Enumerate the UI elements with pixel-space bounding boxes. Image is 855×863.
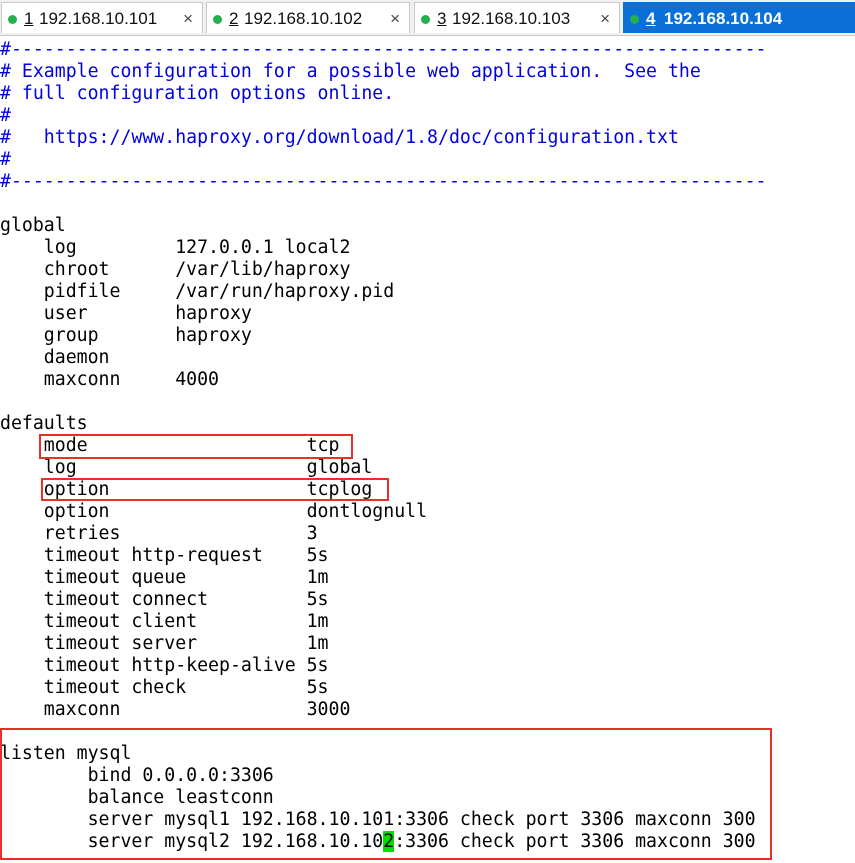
session-tab-bar: 1 192.168.10.101 × 2 192.168.10.102 × 3 … [0,0,855,36]
tab-number: 4 [646,9,656,28]
session-tab-3[interactable]: 3 192.168.10.103 × [414,2,620,33]
config-line: timeout server 1m [0,633,329,654]
config-line: timeout connect 5s [0,589,329,610]
tab-host: 192.168.10.103 [452,9,571,28]
config-line: timeout http-request 5s [0,545,329,566]
session-tab-4[interactable]: 4 192.168.10.104 [623,2,855,33]
config-line: log 127.0.0.1 local2 [0,237,351,258]
highlight-box-option [41,478,389,501]
connected-status-icon [8,15,17,24]
tab-number: 1 [24,9,34,28]
tab-host: 192.168.10.102 [244,9,363,28]
connected-status-icon [213,15,222,24]
connected-status-icon [421,15,430,24]
highlight-box-mode [39,434,353,459]
config-line: timeout http-keep-alive 5s [0,655,329,676]
config-line: timeout queue 1m [0,567,329,588]
comment-line: # https://www.haproxy.org/download/1.8/d… [0,127,679,148]
config-line: defaults [0,413,88,434]
config-line: retries 3 [0,523,318,544]
connected-status-icon [630,15,639,24]
config-line: daemon [0,347,110,368]
session-tab-2[interactable]: 2 192.168.10.102 × [206,2,410,33]
comment-line: #---------------------------------------… [0,171,767,192]
comment-line: # [0,105,11,126]
comment-line: # Example configuration for a possible w… [0,61,701,82]
close-icon[interactable]: × [600,3,610,34]
config-line: pidfile /var/run/haproxy.pid [0,281,395,302]
highlight-box-listen [0,728,772,860]
tab-host: 192.168.10.101 [39,9,158,28]
config-line: group haproxy [0,325,252,346]
config-line: timeout check 5s [0,677,329,698]
config-line: option dontlognull [0,501,428,522]
close-icon[interactable]: × [390,3,400,34]
config-line: log global [0,457,373,478]
comment-line: #---------------------------------------… [0,39,767,60]
session-tab-1[interactable]: 1 192.168.10.101 × [1,2,203,33]
comment-line: # [0,149,11,170]
comment-line: # full configuration options online. [0,83,395,104]
tab-host: 192.168.10.104 [664,9,783,28]
config-line: maxconn 3000 [0,699,351,720]
close-icon[interactable]: × [183,3,193,34]
config-line: timeout client 1m [0,611,329,632]
config-line: global [0,215,66,236]
tab-number: 2 [229,9,239,28]
config-line: user haproxy [0,303,252,324]
config-line: chroot /var/lib/haproxy [0,259,351,280]
config-line: maxconn 4000 [0,369,219,390]
tab-number: 3 [437,9,447,28]
